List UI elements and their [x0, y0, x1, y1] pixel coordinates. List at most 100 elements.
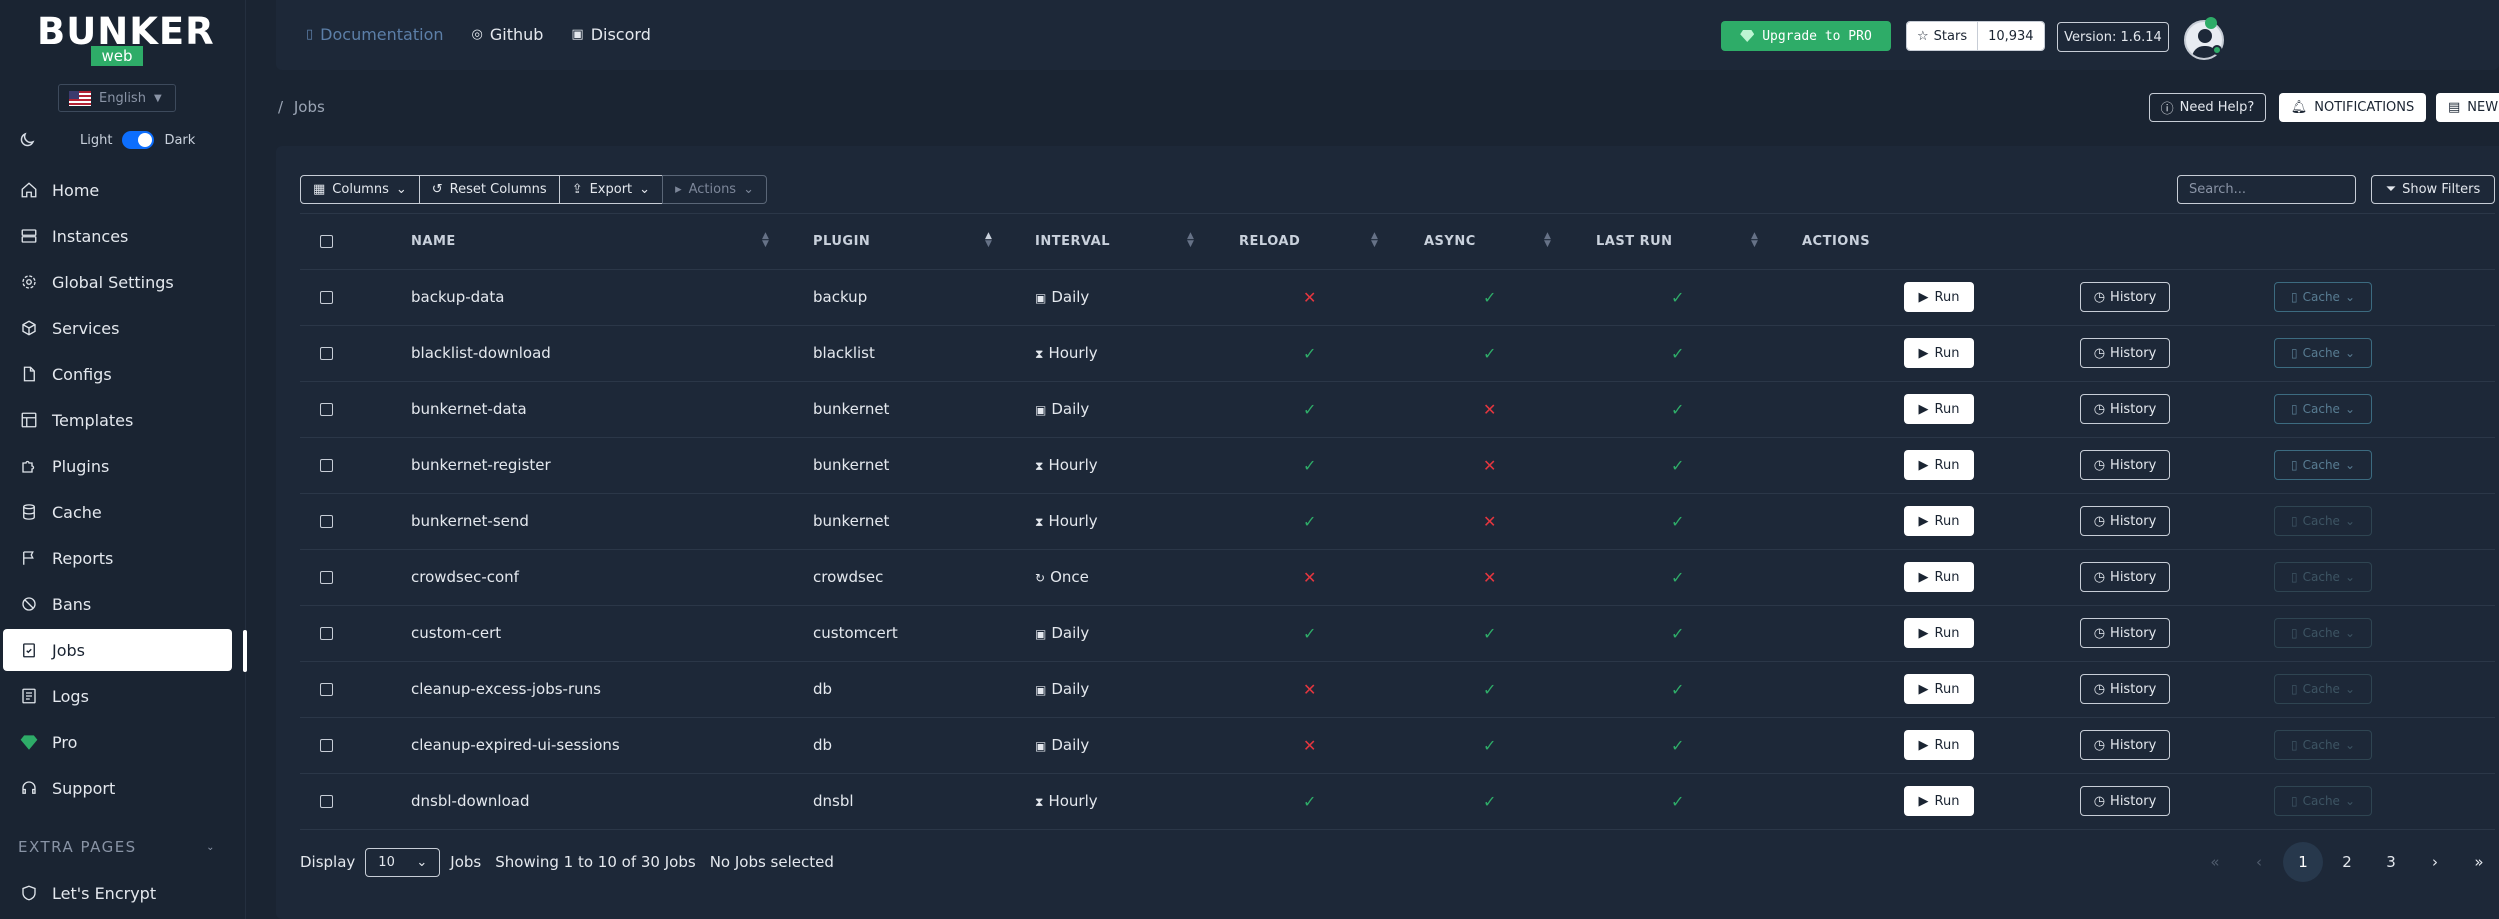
- cache-button[interactable]: ▯ Cache ⌄: [2274, 394, 2372, 424]
- extra-pages-toggle[interactable]: EXTRA PAGES ⌄: [0, 830, 230, 864]
- row-checkbox[interactable]: [320, 683, 333, 696]
- actions-button[interactable]: ▸ Actions ⌄: [662, 175, 767, 204]
- sidebar-item-instances[interactable]: Instances: [0, 213, 246, 259]
- run-button[interactable]: ▶ Run: [1904, 394, 1974, 424]
- page-button-3[interactable]: 3: [2371, 842, 2411, 882]
- page-size-select[interactable]: 10 ⌄: [365, 847, 441, 877]
- history-button[interactable]: ◷ History: [2080, 730, 2170, 760]
- cache-button[interactable]: ▯ Cache ⌄: [2274, 562, 2372, 592]
- cache-button[interactable]: ▯ Cache ⌄: [2274, 450, 2372, 480]
- row-checkbox[interactable]: [320, 795, 333, 808]
- export-button[interactable]: ⇪ Export ⌄: [558, 175, 664, 204]
- row-checkbox[interactable]: [320, 627, 333, 640]
- row-checkbox[interactable]: [320, 739, 333, 752]
- column-header-last-run[interactable]: LAST RUN: [1596, 234, 1673, 249]
- show-filters-button[interactable]: ⏷ Show Filters: [2371, 175, 2495, 204]
- row-checkbox[interactable]: [320, 347, 333, 360]
- run-button[interactable]: ▶ Run: [1904, 562, 1974, 592]
- history-button[interactable]: ◷ History: [2080, 338, 2170, 368]
- select-all-checkbox[interactable]: [320, 235, 333, 248]
- search-input[interactable]: [2177, 175, 2356, 204]
- page-button-1[interactable]: 1: [2283, 842, 2323, 882]
- cache-button[interactable]: ▯ Cache ⌄: [2274, 338, 2372, 368]
- columns-button[interactable]: ▦ Columns ⌄: [300, 175, 420, 204]
- job-interval: ↻ Once: [1035, 568, 1089, 586]
- row-checkbox[interactable]: [320, 459, 333, 472]
- prev-page-button[interactable]: ‹: [2239, 842, 2279, 882]
- job-name: backup-data: [411, 288, 505, 306]
- page-button-2[interactable]: 2: [2327, 842, 2367, 882]
- version-badge[interactable]: Version: 1.6.14: [2057, 22, 2169, 52]
- run-button[interactable]: ▶ Run: [1904, 338, 1974, 368]
- sidebar-item-logs[interactable]: Logs: [0, 673, 246, 719]
- sidebar-item-home[interactable]: Home: [0, 167, 246, 213]
- sort-icon[interactable]: ▲ ▼: [1371, 232, 1378, 249]
- history-button[interactable]: ◷ History: [2080, 562, 2170, 592]
- history-button[interactable]: ◷ History: [2080, 450, 2170, 480]
- run-button[interactable]: ▶ Run: [1904, 282, 1974, 312]
- last-page-button[interactable]: »: [2459, 842, 2499, 882]
- row-checkbox[interactable]: [320, 571, 333, 584]
- sidebar-item-global-settings[interactable]: Global Settings: [0, 259, 246, 305]
- row-checkbox[interactable]: [320, 515, 333, 528]
- cache-button[interactable]: ▯ Cache ⌄: [2274, 618, 2372, 648]
- upgrade-pro-button[interactable]: Upgrade to PRO: [1721, 21, 1891, 51]
- column-header-async[interactable]: ASYNC: [1424, 234, 1476, 249]
- sort-icon[interactable]: ▲ ▼: [1544, 232, 1551, 249]
- history-button[interactable]: ◷ History: [2080, 674, 2170, 704]
- sidebar-item-reports[interactable]: Reports: [0, 535, 246, 581]
- cache-button[interactable]: ▯ Cache ⌄: [2274, 282, 2372, 312]
- sidebar-item-templates[interactable]: Templates: [0, 397, 246, 443]
- run-button[interactable]: ▶ Run: [1904, 674, 1974, 704]
- run-button[interactable]: ▶ Run: [1904, 450, 1974, 480]
- first-page-button[interactable]: «: [2195, 842, 2235, 882]
- sidebar-item-bans[interactable]: Bans: [0, 581, 246, 627]
- sidebar-item-jobs[interactable]: Jobs: [3, 629, 232, 671]
- history-button[interactable]: ◷ History: [2080, 618, 2170, 648]
- sort-asc-icon[interactable]: ▲ ▼: [985, 232, 992, 249]
- column-header-reload[interactable]: RELOAD: [1239, 234, 1300, 249]
- documentation-link[interactable]: ▯ Documentation: [306, 25, 444, 44]
- sidebar-item-support[interactable]: Support: [0, 765, 246, 811]
- sidebar-item-configs[interactable]: Configs: [0, 351, 246, 397]
- next-page-button[interactable]: ›: [2415, 842, 2455, 882]
- column-header-name[interactable]: NAME: [411, 234, 456, 249]
- history-button[interactable]: ◷ History: [2080, 282, 2170, 312]
- run-button[interactable]: ▶ Run: [1904, 730, 1974, 760]
- sort-icon[interactable]: ▲ ▼: [1751, 232, 1758, 249]
- cache-button[interactable]: ▯ Cache ⌄: [2274, 786, 2372, 816]
- job-name: bunkernet-register: [411, 456, 551, 474]
- history-button[interactable]: ◷ History: [2080, 394, 2170, 424]
- history-button[interactable]: ◷ History: [2080, 506, 2170, 536]
- cache-button[interactable]: ▯ Cache ⌄: [2274, 674, 2372, 704]
- theme-toggle[interactable]: [122, 131, 155, 149]
- sidebar-item-cache[interactable]: Cache: [0, 489, 246, 535]
- cache-button[interactable]: ▯ Cache ⌄: [2274, 506, 2372, 536]
- sidebar-item-lets-encrypt[interactable]: Let's Encrypt: [0, 872, 246, 914]
- github-stars-button[interactable]: ☆ Stars 10,934: [1906, 21, 2045, 51]
- news-button[interactable]: ▤ NEW: [2436, 93, 2499, 122]
- cache-button[interactable]: ▯ Cache ⌄: [2274, 730, 2372, 760]
- sort-icon[interactable]: ▲ ▼: [762, 232, 769, 249]
- row-checkbox[interactable]: [320, 403, 333, 416]
- github-link[interactable]: ◎ Github: [472, 25, 544, 44]
- notifications-button[interactable]: 🔔︎ NOTIFICATIONS: [2279, 93, 2426, 122]
- run-button[interactable]: ▶ Run: [1904, 506, 1974, 536]
- language-select[interactable]: English ▼: [58, 84, 176, 112]
- sidebar-item-pro[interactable]: Pro: [0, 719, 246, 765]
- column-header-plugin[interactable]: PLUGIN: [813, 234, 870, 249]
- reset-columns-button[interactable]: ↺ Reset Columns: [418, 175, 560, 204]
- need-help-button[interactable]: ⓘ Need Help?: [2149, 93, 2266, 122]
- table-footer: Display 10 ⌄ Jobs Showing 1 to 10 of 30 …: [300, 847, 834, 877]
- run-button[interactable]: ▶ Run: [1904, 786, 1974, 816]
- run-button[interactable]: ▶ Run: [1904, 618, 1974, 648]
- discord-link[interactable]: ▣ Discord: [571, 25, 650, 44]
- sidebar-item-services[interactable]: Services: [0, 305, 246, 351]
- row-checkbox[interactable]: [320, 291, 333, 304]
- history-button[interactable]: ◷ History: [2080, 786, 2170, 816]
- sidebar-item-plugins[interactable]: Plugins: [0, 443, 246, 489]
- sort-icon[interactable]: ▲ ▼: [1187, 232, 1194, 249]
- bunkerweb-logo[interactable]: BUNKER web: [37, 12, 214, 66]
- column-header-interval[interactable]: INTERVAL: [1035, 234, 1110, 249]
- cache-label: Cache: [2302, 570, 2340, 584]
